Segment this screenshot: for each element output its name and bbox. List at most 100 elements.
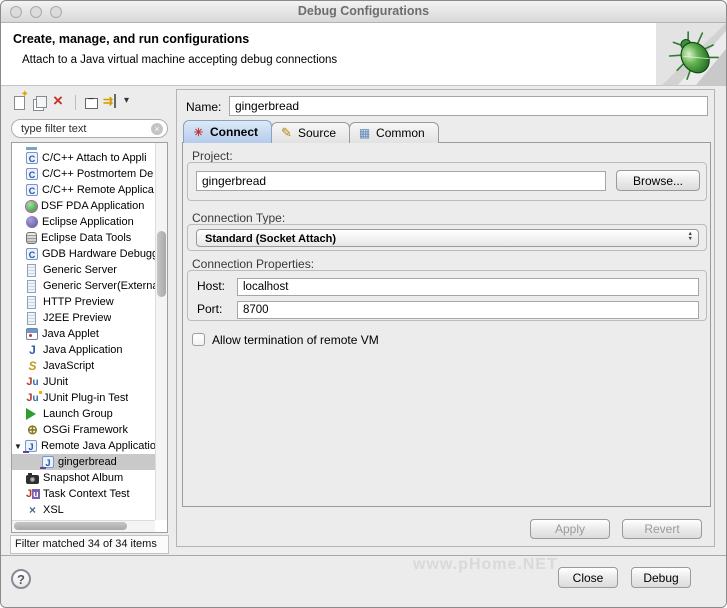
allow-termination-label: Allow termination of remote VM (212, 333, 379, 347)
revert-button[interactable]: Revert (622, 519, 702, 539)
connection-type-select[interactable]: Standard (Socket Attach) ▲ ▼ (196, 229, 699, 247)
host-input[interactable] (237, 278, 699, 296)
connection-type-value: Standard (Socket Attach) (205, 233, 337, 245)
connection-properties-group: Host: Port: (187, 270, 707, 321)
c-icon (26, 168, 38, 180)
camera-icon (26, 472, 39, 484)
help-button[interactable]: ? (11, 569, 31, 589)
project-group-label: Project: (192, 149, 233, 163)
tree-item-junit-plug-in-test[interactable]: JUnit Plug-in Test (12, 390, 155, 406)
common-icon (358, 126, 371, 140)
tree-item-label: Java Application (43, 344, 123, 356)
tree-item-gingerbread[interactable]: gingerbread (12, 454, 155, 470)
name-input[interactable] (229, 96, 708, 116)
filter-input[interactable] (21, 121, 149, 136)
horizontal-scrollbar-thumb[interactable] (14, 522, 127, 530)
filter-status: Filter matched 34 of 34 items (10, 535, 169, 554)
tree-horizontal-scrollbar (12, 520, 155, 532)
launch-icon (26, 408, 36, 420)
tree-item-launch-group[interactable]: Launch Group (12, 406, 155, 422)
tree-item-javascript[interactable]: JavaScript (12, 358, 155, 374)
tree-item-eclipse-application[interactable]: Eclipse Application (12, 214, 155, 230)
tree-item-c-c-attach-to-appli[interactable]: C/C++ Attach to Appli (12, 150, 155, 166)
tree-item-label: Remote Java Applicatio (41, 440, 155, 452)
duplicate-config-icon[interactable] (31, 94, 49, 111)
tree-item-osgi-framework[interactable]: OSGi Framework (12, 422, 155, 438)
server-icon (27, 279, 36, 293)
tree-item-label: OSGi Framework (43, 424, 128, 436)
connection-type-group-label: Connection Type: (192, 211, 286, 225)
tree-item-label: Launch Group (43, 408, 113, 420)
window-title: Debug Configurations (297, 4, 430, 18)
server-icon (27, 263, 36, 277)
tree-item-label: JavaScript (43, 360, 95, 372)
tab-connect[interactable]: Connect (183, 120, 272, 143)
new-config-icon[interactable] (11, 89, 29, 111)
tree-item-eclipse-data-tools[interactable]: Eclipse Data Tools (12, 230, 155, 246)
task-icon (26, 488, 39, 501)
tree-item-remote-java-applicatio[interactable]: ▼ Remote Java Applicatio (12, 438, 155, 454)
tree-item-label: C/C++ Remote Applica (42, 184, 154, 196)
connection-type-group: Standard (Socket Attach) ▲ ▼ (187, 224, 707, 251)
tab-common[interactable]: Common (349, 122, 439, 143)
js-icon (26, 360, 39, 373)
tree-item-c-c-postmortem-de[interactable]: C/C++ Postmortem De (12, 166, 155, 182)
host-label: Host: (197, 279, 226, 293)
port-input[interactable] (237, 301, 699, 319)
tree-item-j2ee-preview[interactable]: J2EE Preview (12, 310, 155, 326)
tree-item-label: DSF PDA Application (41, 200, 145, 212)
config-toolbar (11, 89, 131, 112)
button-bar: www.pHome.NET ? Close Debug (1, 555, 726, 607)
remote-icon (40, 456, 54, 469)
tree-item-dsf-pda-application[interactable]: DSF PDA Application (12, 198, 155, 214)
tab-source[interactable]: Source (271, 122, 351, 143)
java-icon (26, 344, 39, 357)
tree-item-junit[interactable]: JUnit (12, 374, 155, 390)
allow-termination-checkbox[interactable] (192, 333, 205, 346)
filter-field: × (11, 119, 168, 138)
close-button[interactable]: Close (558, 567, 618, 588)
tree-item-gdb-hardware-debugg[interactable]: GDB Hardware Debugg (12, 246, 155, 262)
expand-arrow-icon[interactable]: ▼ (14, 442, 25, 451)
bug-icon (656, 23, 726, 85)
config-tree-rows: C/C++ Attach to Appli C/C++ Postmortem De… (12, 143, 155, 520)
tree-item-label: C/C++ Attach to Appli (42, 152, 147, 164)
project-input[interactable] (196, 171, 606, 191)
tree-item-generic-server[interactable]: Generic Server (12, 262, 155, 278)
vertical-scrollbar-thumb[interactable] (157, 231, 166, 297)
applet-icon (26, 328, 38, 340)
tab-label: Common (376, 126, 425, 140)
delete-config-icon[interactable] (51, 91, 69, 111)
filter-dropdown-icon[interactable] (103, 93, 129, 111)
junit-icon (26, 376, 39, 389)
tree-item-c-c-remote-applica[interactable]: C/C++ Remote Applica (12, 182, 155, 198)
configurations-tree: C/C++ Attach to Appli C/C++ Postmortem De… (11, 142, 168, 533)
c-icon (26, 248, 38, 260)
osgi-icon (26, 424, 39, 437)
tree-item-xsl[interactable]: XSL (12, 502, 155, 518)
tree-item-label: Generic Server (43, 264, 117, 276)
watermark: www.pHome.NET (413, 556, 558, 573)
debug-button[interactable]: Debug (631, 567, 691, 588)
clear-filter-icon[interactable]: × (151, 123, 163, 135)
tree-item-label: JUnit Plug-in Test (43, 392, 129, 404)
banner-subtitle: Attach to a Java virtual machine accepti… (22, 54, 338, 66)
tree-item-label: Java Applet (42, 328, 99, 340)
tree-item-java-applet[interactable]: Java Applet (12, 326, 155, 342)
tab-label: Source (298, 126, 337, 140)
collapse-all-icon[interactable] (83, 94, 101, 111)
tree-item-task-context-test[interactable]: Task Context Test (12, 486, 155, 502)
tree-item-generic-server-externa[interactable]: Generic Server(Externa (12, 278, 155, 294)
tree-item-label: Eclipse Data Tools (41, 232, 132, 244)
tree-item-label: HTTP Preview (43, 296, 114, 308)
debug-bug-logo (656, 23, 726, 85)
banner-title: Create, manage, and run configurations (13, 32, 250, 46)
apply-button[interactable]: Apply (530, 519, 610, 539)
dsf-icon (26, 200, 37, 212)
tree-item-snapshot-album[interactable]: Snapshot Album (12, 470, 155, 486)
browse-button[interactable]: Browse... (616, 170, 700, 191)
tree-item-http-preview[interactable]: HTTP Preview (12, 294, 155, 310)
connection-properties-group-label: Connection Properties: (192, 257, 315, 271)
header-banner: Create, manage, and run configurations A… (1, 23, 726, 86)
tree-item-java-application[interactable]: Java Application (12, 342, 155, 358)
